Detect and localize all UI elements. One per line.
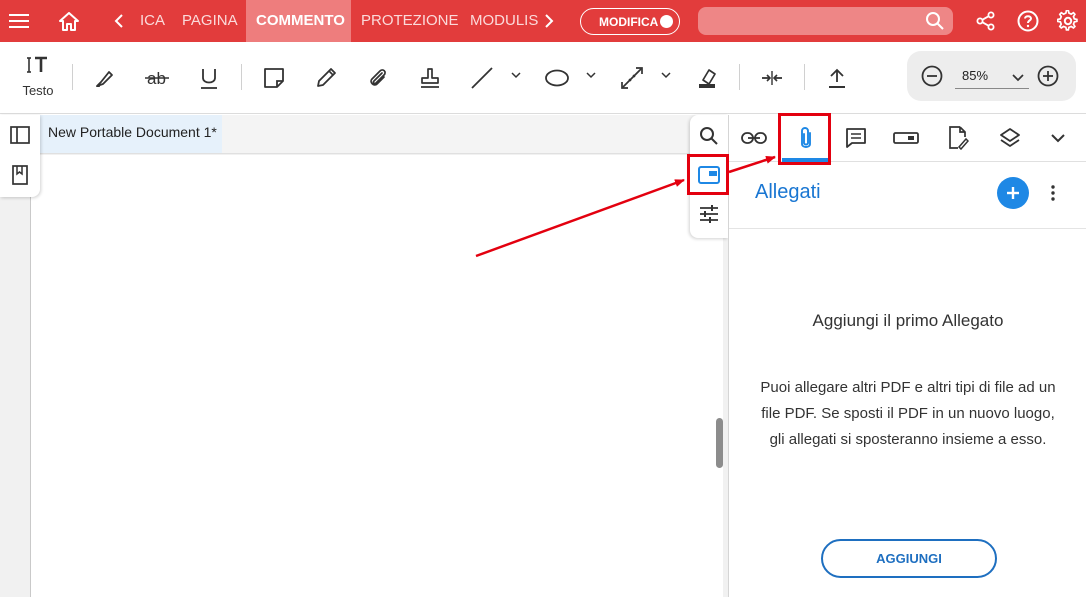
help-icon[interactable]: [1014, 0, 1042, 42]
text-tool-icon: [27, 56, 49, 79]
upload-icon[interactable]: [822, 58, 852, 98]
text-tool-button[interactable]: Testo: [14, 52, 62, 102]
scroll-tabs-left-icon[interactable]: [108, 0, 130, 42]
scroll-tabs-right-icon[interactable]: [538, 0, 560, 42]
ellipse-icon[interactable]: [541, 58, 573, 98]
signature-icon[interactable]: [942, 123, 974, 153]
sidebar-toggle-icon[interactable]: [8, 123, 32, 147]
left-sidebar: [0, 115, 40, 197]
modify-toggle[interactable]: MODIFICA: [580, 8, 680, 35]
gear-icon[interactable]: [1054, 0, 1082, 42]
modify-toggle-label: MODIFICA: [599, 14, 659, 29]
comments-icon[interactable]: [840, 123, 872, 153]
line-options-chevron-icon[interactable]: [510, 68, 522, 80]
strikethrough-icon[interactable]: ab: [142, 58, 172, 98]
home-icon[interactable]: [50, 0, 88, 42]
toggle-knob: [660, 15, 673, 28]
layers-icon[interactable]: [994, 123, 1026, 153]
add-button[interactable]: AGGIUNGI: [821, 539, 997, 578]
tab-protezione[interactable]: PROTEZIONE: [351, 0, 469, 42]
line-icon[interactable]: [467, 58, 497, 98]
app-window: ICA PAGINA COMMENTO PROTEZIONE MODULIS M…: [0, 0, 1086, 597]
tab-moduli[interactable]: MODULIS: [460, 0, 538, 42]
text-tool-label: Testo: [22, 83, 54, 98]
hamburger-menu-icon[interactable]: [0, 0, 38, 42]
tab-ica[interactable]: ICA: [130, 0, 175, 42]
document-tab-bar: New Portable Document 1*: [40, 115, 726, 154]
search-input[interactable]: [698, 7, 953, 35]
sticky-note-icon[interactable]: [259, 58, 289, 98]
attachments-panel: Allegati Aggiungi il primo Allegato Puoi…: [728, 115, 1086, 597]
document-tab[interactable]: New Portable Document 1*: [40, 115, 222, 153]
share-icon[interactable]: [972, 0, 1000, 42]
measure-icon[interactable]: [616, 58, 648, 98]
measure-options-chevron-icon[interactable]: [660, 68, 672, 80]
more-options-icon[interactable]: [1047, 181, 1059, 205]
zoom-level: 85%: [962, 68, 989, 83]
zoom-control: 85%: [907, 51, 1076, 101]
underline-icon[interactable]: [194, 58, 224, 98]
add-attachment-button[interactable]: [997, 177, 1029, 209]
highlight-box-attachments-tab: [778, 113, 831, 165]
ribbon-tabs: ICA PAGINA COMMENTO PROTEZIONE MODULIS: [130, 0, 538, 42]
zoom-select[interactable]: 85%: [955, 65, 1029, 89]
pdf-page[interactable]: [30, 155, 723, 597]
plus-icon: [1007, 187, 1019, 199]
compare-icon[interactable]: [757, 58, 787, 98]
properties-sliders-icon[interactable]: [697, 202, 721, 226]
bookmark-icon[interactable]: [8, 163, 32, 187]
empty-state-description: Puoi allegare altri PDF e altri tipi di …: [760, 379, 1056, 448]
form-field-icon[interactable]: [890, 123, 922, 153]
toolbar-divider: [739, 64, 740, 90]
panel-title: Allegati: [755, 181, 821, 203]
panel-divider: [729, 228, 1086, 229]
shape-options-chevron-icon[interactable]: [585, 68, 597, 80]
chevron-down-icon: [1011, 69, 1025, 91]
tab-pagina[interactable]: PAGINA: [172, 0, 248, 42]
eraser-icon[interactable]: [692, 58, 722, 98]
toolbar-divider: [804, 64, 805, 90]
highlight-box-attachments-toggle: [687, 154, 729, 195]
chevron-down-icon[interactable]: [1042, 123, 1074, 153]
paperclip-icon[interactable]: [363, 58, 393, 98]
comment-toolbar: Testo ab 85%: [0, 42, 1086, 114]
search-icon[interactable]: [925, 11, 945, 36]
stamp-icon[interactable]: [415, 58, 445, 98]
top-menu-bar: ICA PAGINA COMMENTO PROTEZIONE MODULIS M…: [0, 0, 1086, 42]
vertical-scrollbar[interactable]: [716, 418, 723, 468]
zoom-out-icon[interactable]: [921, 65, 943, 92]
toolbar-divider: [72, 64, 73, 90]
link-icon[interactable]: [738, 123, 770, 153]
zoom-in-icon[interactable]: [1037, 65, 1059, 92]
highlighter-icon[interactable]: [90, 58, 120, 98]
search-icon[interactable]: [697, 124, 721, 148]
tab-commento[interactable]: COMMENTO: [246, 0, 351, 42]
pencil-icon[interactable]: [311, 58, 341, 98]
toolbar-divider: [241, 64, 242, 90]
empty-state-title: Aggiungi il primo Allegato: [812, 311, 1004, 330]
